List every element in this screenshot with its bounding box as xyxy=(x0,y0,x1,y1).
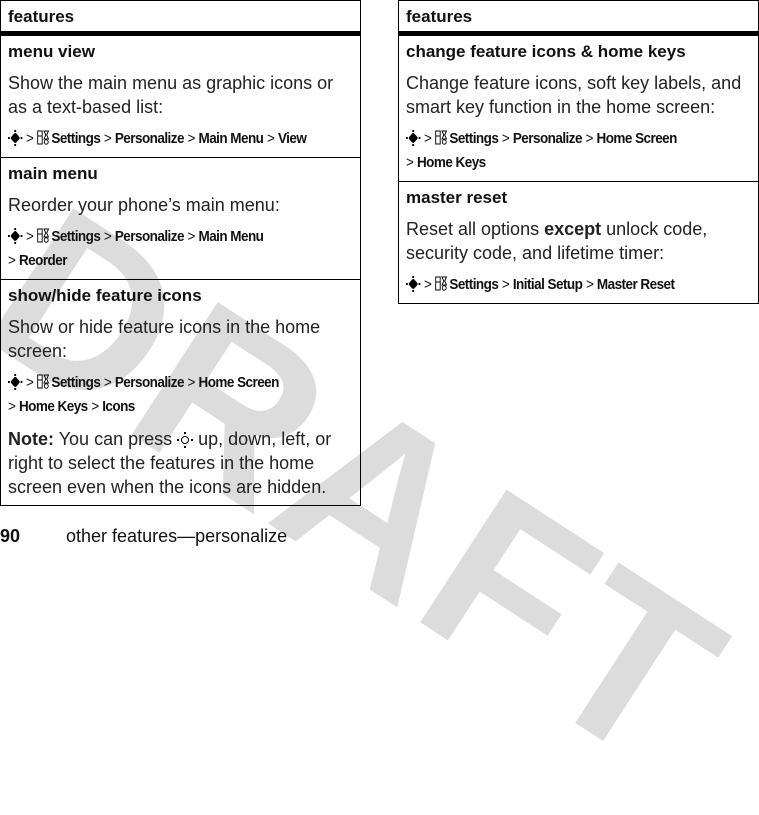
path-item: Main Menu xyxy=(198,130,264,147)
feature-title: show/hide feature icons xyxy=(8,286,202,305)
menu-path: > Settings > Personalize > Main Menu xyxy=(8,225,319,249)
features-table-left: features menu view Show the main menu as… xyxy=(0,0,361,506)
menu-path: > Settings > Personalize > Home Screen xyxy=(406,127,717,151)
feature-title: main menu xyxy=(8,164,98,183)
path-item: Personalize xyxy=(114,374,185,391)
feature-description: Show the main menu as graphic icons or a… xyxy=(8,73,334,117)
menu-path: > Settings > Personalize > Home Screen xyxy=(8,371,319,395)
path-item: Initial Setup xyxy=(512,276,583,293)
feature-title: menu view xyxy=(8,42,95,61)
path-item: Home Screen xyxy=(198,374,280,391)
feature-row-menu-view: menu view Show the main menu as graphic … xyxy=(1,35,360,157)
features-table-right: features change feature icons & home key… xyxy=(398,0,759,304)
page-number: 90 xyxy=(0,526,21,546)
path-item: Personalize xyxy=(512,130,583,147)
feature-row-show-hide-icons: show/hide feature icons Show or hide fea… xyxy=(1,279,360,505)
nav-key-center-icon xyxy=(8,130,23,146)
path-item: Personalize xyxy=(114,130,185,147)
path-item: Reorder xyxy=(18,252,68,269)
path-item: Settings xyxy=(51,130,101,147)
settings-icon xyxy=(37,130,50,145)
path-item: Settings xyxy=(51,228,101,245)
settings-icon xyxy=(435,276,448,291)
note-text-pre: You can press xyxy=(58,429,173,449)
menu-path-continued: > Home Keys > Icons xyxy=(8,398,135,415)
path-item: Main Menu xyxy=(198,228,264,245)
desc-text-bold: except xyxy=(544,219,602,239)
note: Note: You can press up, down, left, or r… xyxy=(8,427,353,499)
path-item: Settings xyxy=(51,374,101,391)
path-item: Home Screen xyxy=(596,130,678,147)
feature-row-main-menu: main menu Reorder your phone’s main menu… xyxy=(1,157,360,279)
menu-path: > Settings > Initial Setup > Master Reset xyxy=(406,273,717,297)
path-item: Settings xyxy=(449,130,499,147)
settings-icon xyxy=(37,228,50,243)
feature-description: Reset all options except unlock code, se… xyxy=(406,217,751,265)
table-header: features xyxy=(1,1,360,35)
menu-path-continued: > Reorder xyxy=(8,252,68,269)
path-item: Home Keys xyxy=(18,398,88,415)
feature-row-master-reset: master reset Reset all options except un… xyxy=(399,181,758,303)
feature-description: Reorder your phone’s main menu: xyxy=(8,195,280,215)
feature-description: Show or hide feature icons in the home s… xyxy=(8,317,321,361)
desc-text-pre: Reset all options xyxy=(406,219,540,239)
path-item: Home Keys xyxy=(416,154,486,171)
path-item: Settings xyxy=(449,276,499,293)
feature-description: Change feature icons, soft key labels, a… xyxy=(406,73,742,117)
path-item: Icons xyxy=(102,398,135,415)
nav-key-center-icon xyxy=(8,374,23,390)
page-footer: 90 other features—personalize xyxy=(0,526,287,547)
path-item: View xyxy=(277,130,307,147)
settings-icon xyxy=(37,374,50,389)
table-header: features xyxy=(399,1,758,35)
nav-key-center-icon xyxy=(406,130,421,146)
feature-row-change-icons-home-keys: change feature icons & home keys Change … xyxy=(399,35,758,181)
settings-icon xyxy=(435,130,448,145)
nav-key-center-icon xyxy=(8,228,23,244)
feature-title: change feature icons & home keys xyxy=(406,42,686,61)
path-item: Personalize xyxy=(114,228,185,245)
nav-key-icon xyxy=(177,432,194,448)
menu-path-continued: > Home Keys xyxy=(406,154,486,171)
menu-path: > Settings > Personalize > Main Menu > View xyxy=(8,127,319,151)
feature-title: master reset xyxy=(406,188,508,207)
note-label: Note: xyxy=(8,429,54,449)
path-item: Master Reset xyxy=(596,276,675,293)
section-title: other features—personalize xyxy=(66,526,288,546)
nav-key-center-icon xyxy=(406,276,421,292)
